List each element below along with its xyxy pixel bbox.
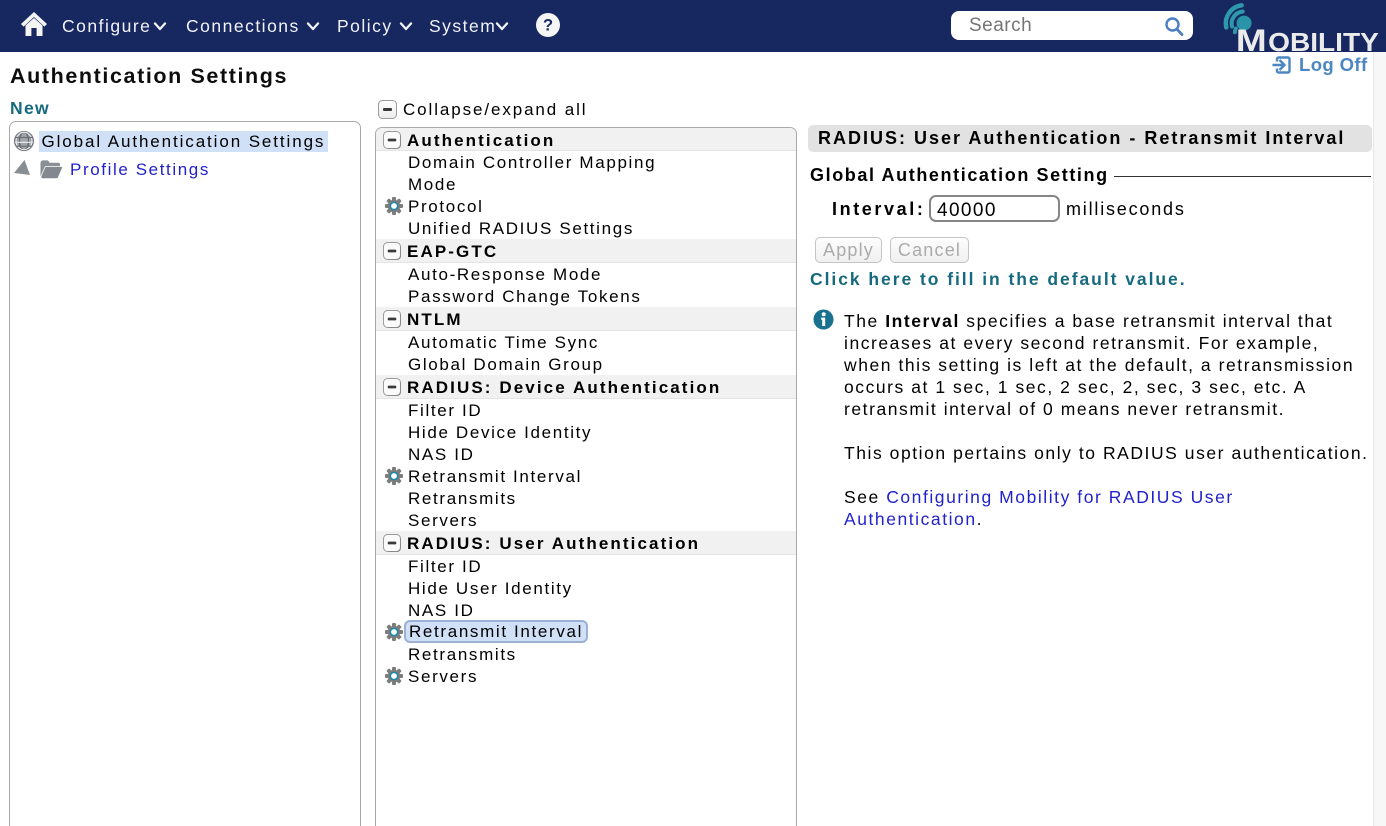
svg-text:M: M bbox=[1236, 23, 1267, 52]
svg-text:?: ? bbox=[543, 17, 553, 35]
svg-text:OBILITY: OBILITY bbox=[1268, 27, 1379, 52]
